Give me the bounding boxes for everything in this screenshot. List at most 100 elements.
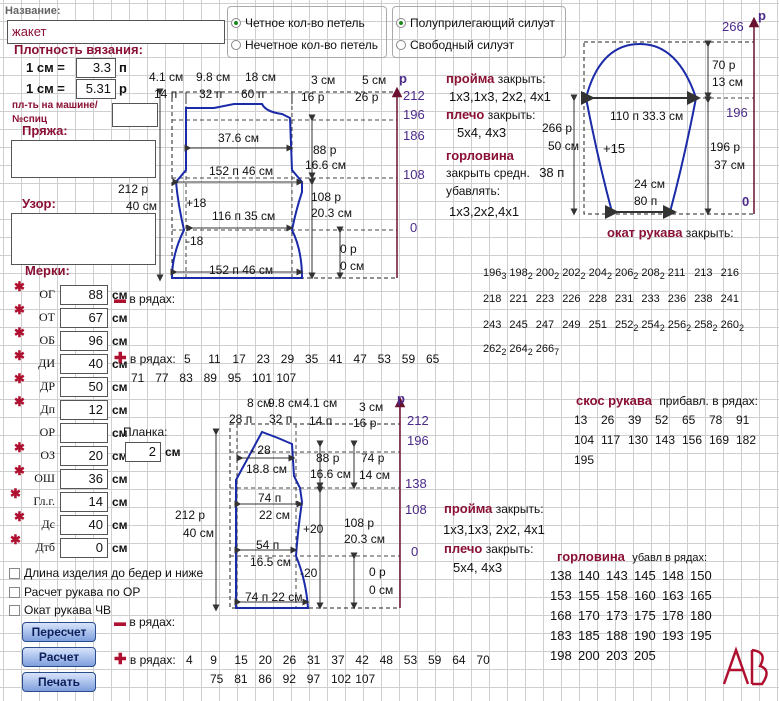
neck-row-number: 158	[606, 588, 628, 603]
close-word: закрыть:	[495, 502, 544, 516]
dim: 70 р	[712, 58, 735, 72]
dim-val: 16.6	[305, 158, 329, 172]
dim: 9.8 см	[196, 70, 230, 84]
dim-unit: п	[245, 412, 253, 426]
slope-row-number: 182	[736, 433, 757, 447]
sleeve-slope-inc: прибавл. в рядах:	[659, 394, 758, 408]
dim: 4.1 см	[303, 396, 337, 410]
dim-val: 37	[714, 158, 728, 172]
dim-unit: п	[215, 87, 223, 101]
dim-val: 152	[209, 263, 230, 277]
dim-unit: п	[170, 87, 178, 101]
dim-val: 88	[313, 143, 327, 157]
row-number: 35	[305, 352, 319, 366]
scale-value: 212	[407, 413, 429, 428]
dim-unit: р	[728, 58, 736, 72]
dim-val: 16.5	[250, 555, 274, 569]
dim-val: 22	[259, 508, 273, 522]
cap-row-number: 241	[720, 293, 739, 305]
dim: 28 п	[229, 412, 252, 426]
dim: 18 см	[245, 70, 276, 84]
row-number: 31	[307, 653, 321, 667]
row-number: 53	[403, 653, 418, 667]
row-number: 107	[355, 672, 376, 686]
dim: 88 р	[313, 143, 336, 157]
dim-val: 3	[311, 73, 318, 87]
dim: 14 см	[359, 468, 390, 482]
dim-val: 116	[212, 209, 232, 223]
slope-row-number: 195	[574, 453, 595, 467]
cap-row-count: 2	[659, 323, 665, 334]
scale-value: 0	[742, 194, 750, 209]
dim: 37.6 см	[218, 131, 259, 145]
neck-row-number: 203	[606, 648, 628, 663]
dim-unit: см	[375, 468, 390, 482]
back-shoulder: плечо закрыть:	[446, 108, 536, 123]
dim: 152 п 46 см	[209, 263, 273, 277]
minus-icon: ▬	[114, 292, 126, 306]
cap-row-number: 243	[483, 319, 502, 331]
dim-unit: см	[258, 164, 274, 178]
plus-icon: ✚	[114, 350, 127, 367]
dim-val: 80	[634, 194, 648, 208]
dim: 9.8 см	[268, 396, 302, 410]
dim: 212 р	[118, 182, 148, 196]
dim: 16 р	[353, 416, 376, 430]
cap-row-value: 228	[589, 292, 607, 306]
dim-val: 13	[712, 75, 726, 89]
cap-row-value: 251	[589, 318, 607, 332]
scale-value: 108	[405, 502, 427, 517]
neck-row-number: 200	[578, 648, 600, 663]
dim-unit: см	[331, 158, 346, 172]
cap-row-count: 2	[527, 271, 533, 282]
scale-unit: р	[758, 8, 766, 23]
row-number: 86	[258, 672, 272, 686]
front-shoulder-title: плечо	[444, 541, 483, 556]
dim: 16 р	[301, 90, 324, 104]
dim-unit: р	[141, 182, 149, 196]
neck-row-number: 190	[634, 628, 656, 643]
dim: 108 р	[311, 190, 341, 204]
dim-val: 20.3	[344, 532, 368, 546]
dim: 40 см	[126, 199, 157, 213]
dim-val: 0	[369, 583, 376, 597]
cap-row-value: 1963	[483, 266, 506, 283]
slope-row-number: 130	[628, 433, 649, 447]
dim-val: 40	[183, 526, 197, 540]
dim-unit: р	[350, 242, 357, 256]
cap-row-value: 2062	[615, 266, 638, 283]
neck-row-number: 140	[578, 568, 600, 583]
dim: 24 см	[634, 177, 665, 191]
dim: 20.3 см	[344, 532, 385, 546]
dim-unit: см	[169, 70, 184, 84]
cap-row-value: 2667	[536, 342, 559, 359]
dim: 108 р	[344, 516, 374, 530]
cap-row-count: 2	[633, 323, 639, 334]
dim-unit: р	[379, 565, 386, 579]
cap-row-value: 223	[536, 292, 554, 306]
row-number: 11	[208, 352, 221, 366]
dim-unit: п	[257, 87, 265, 101]
cap-row-count: 2	[554, 271, 560, 282]
dim: 54 п	[256, 538, 279, 552]
row-number: 47	[353, 352, 367, 366]
close-word: закрыть:	[487, 108, 536, 122]
dim-val: 37.6	[218, 131, 242, 145]
dim: 60 п	[241, 87, 264, 101]
dim-unit: см	[244, 131, 259, 145]
cap-row-number: 249	[562, 319, 581, 331]
cap-row-count: 3	[501, 271, 507, 282]
cap-row-count: 2	[501, 347, 507, 358]
dim: 20.3 см	[311, 206, 352, 220]
dim: 266 р	[542, 121, 572, 135]
dim-unit: см	[321, 73, 336, 87]
dim-unit: р	[329, 143, 337, 157]
scale-value: 0	[410, 220, 418, 235]
dim-unit: см	[564, 139, 579, 153]
dim: 4.1 см	[149, 70, 183, 84]
dim-val: 0	[340, 242, 347, 256]
row-number: 59	[401, 352, 416, 366]
cap-row-value: 2022	[562, 266, 585, 283]
dim-unit: р	[332, 451, 340, 465]
slope-row-number: 26	[601, 413, 615, 427]
